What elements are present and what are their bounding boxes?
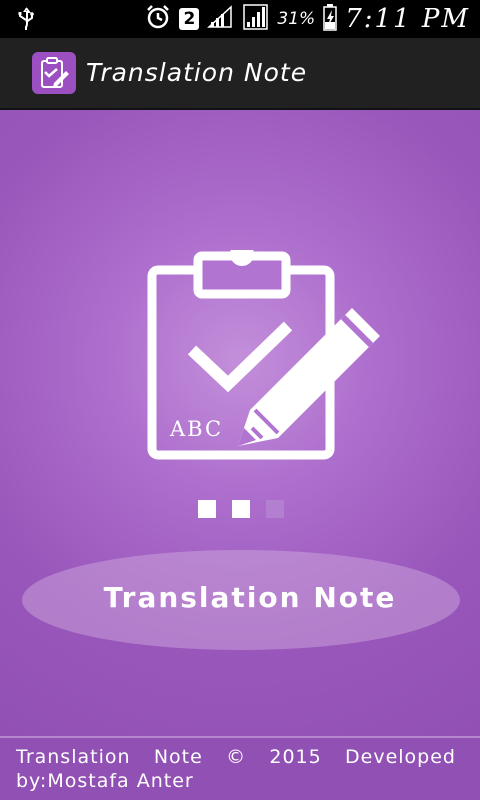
page-indicator-dot (232, 500, 250, 518)
page-indicator-dot (198, 500, 216, 518)
clipboard-edit-icon[interactable] (32, 52, 76, 94)
page-indicator (198, 500, 284, 518)
page-indicator-dot (266, 500, 284, 518)
battery-percent: 31% (277, 9, 316, 29)
battery-charging-icon (323, 3, 337, 35)
signal-icon-secondary (241, 3, 269, 35)
signal-icon (207, 5, 233, 33)
clock: 7:11 PM (345, 4, 470, 34)
alarm-icon (145, 4, 171, 34)
footer: Translation Note © 2015 Developed by:Mos… (0, 736, 480, 800)
status-icons: 2 31% 7:11 PM (145, 4, 470, 34)
app-title: Translation Note (86, 58, 308, 87)
sim-badge: 2 (179, 8, 200, 30)
brand-title: Translation Note (103, 581, 397, 614)
logo-abc-text: ABC (169, 417, 223, 441)
footer-credits: Translation Note © 2015 Developed by:Mos… (16, 746, 456, 792)
status-bar: 2 31% 7:11 PM (0, 0, 480, 38)
usb-icon (16, 7, 36, 35)
clipboard-check-pencil-logo: ABC (140, 242, 400, 470)
action-bar: Translation Note (0, 38, 480, 110)
